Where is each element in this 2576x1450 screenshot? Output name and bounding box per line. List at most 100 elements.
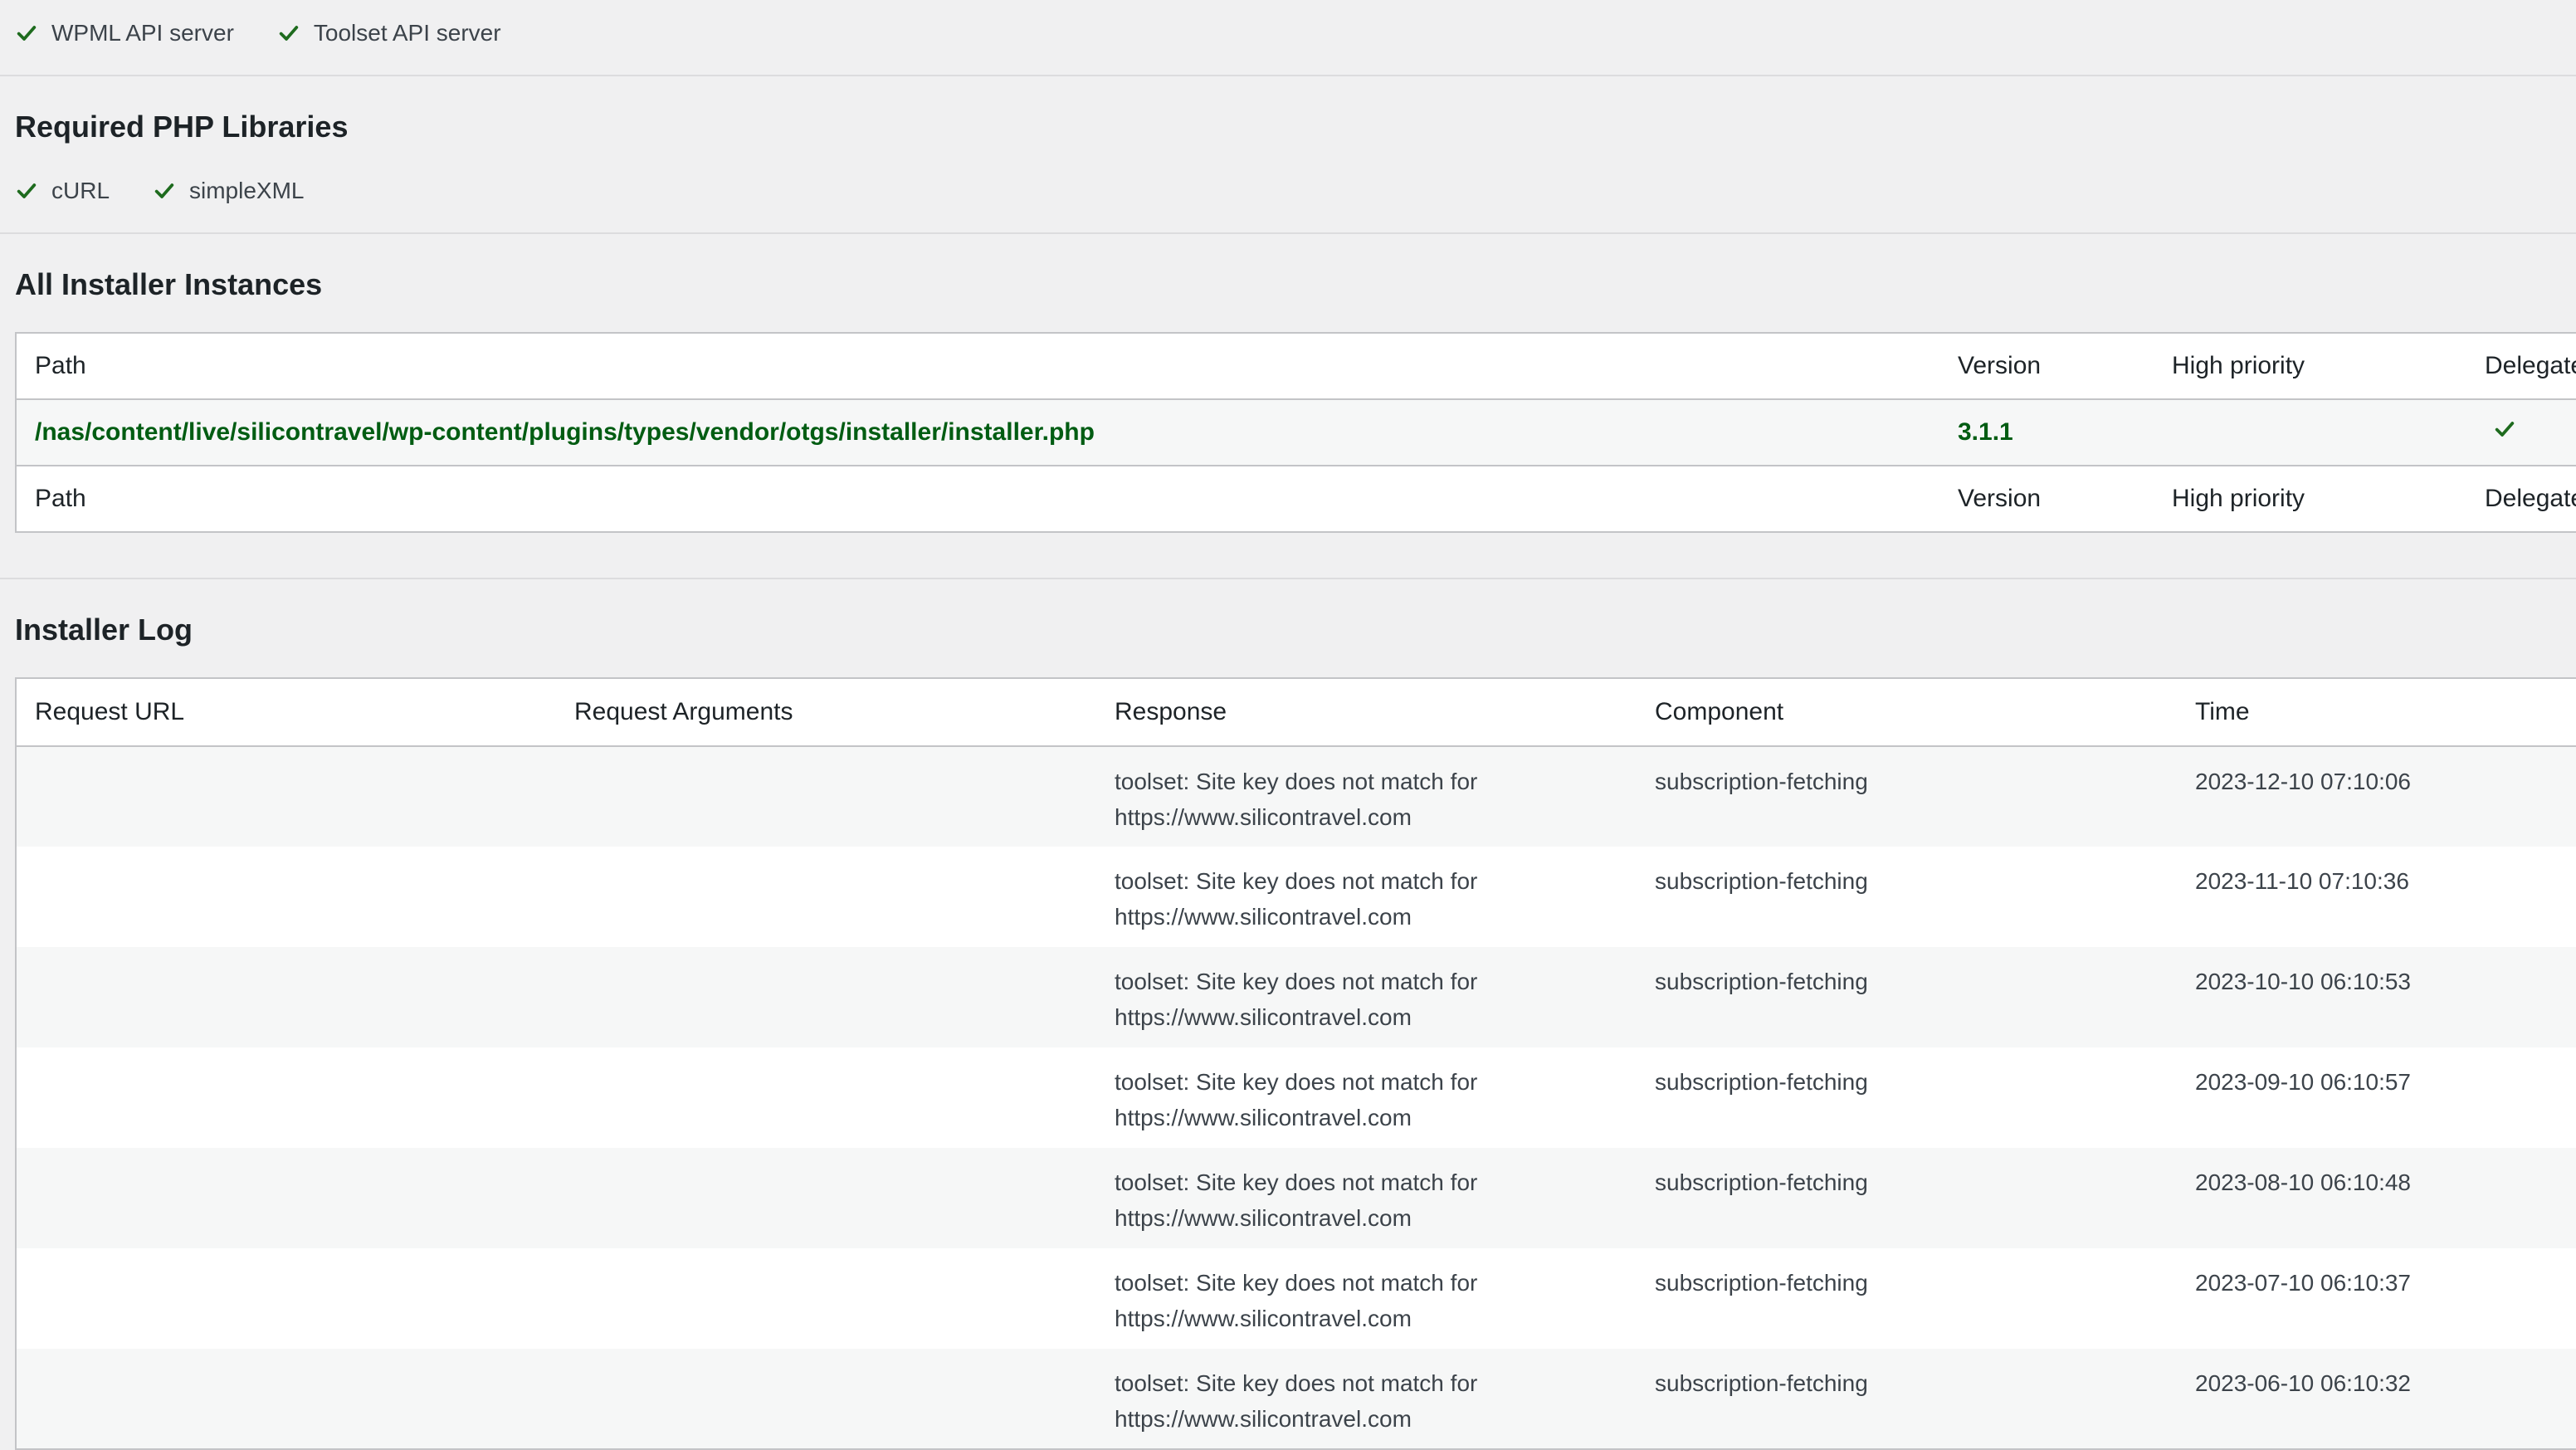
response-url: https://www.silicontravel.com: [1115, 804, 1412, 830]
log-component: subscription-fetching: [1637, 746, 2177, 847]
response-url: https://www.silicontravel.com: [1115, 1205, 1412, 1231]
log-time: 2023-07-10 06:10:37: [2195, 1270, 2411, 1296]
section-title-installer-instances: All Installer Instances: [15, 267, 323, 301]
column-header-time: Time: [2195, 698, 2250, 725]
response-line: toolset: Site key does not match for: [1115, 1370, 1478, 1396]
table-row: toolset: Site key does not match for http…: [16, 1349, 2576, 1449]
log-response: toolset: Site key does not match for http…: [1096, 1148, 1637, 1248]
log-request-url: [16, 1148, 556, 1248]
log-response: toolset: Site key does not match for http…: [1096, 947, 1637, 1047]
table-row: toolset: Site key does not match for http…: [16, 1248, 2576, 1349]
table-header-row: Path Version High priority Delegated: [16, 333, 2576, 399]
response-line: toolset: Site key does not match for: [1115, 1270, 1478, 1296]
log-response: toolset: Site key does not match for http…: [1096, 847, 1637, 947]
server-label: Toolset API server: [313, 20, 501, 46]
log-request-url: [16, 1248, 556, 1349]
log-response: toolset: Site key does not match for http…: [1096, 1349, 1637, 1449]
log-component: subscription-fetching: [1637, 947, 2177, 1047]
log-component: subscription-fetching: [1637, 1148, 2177, 1248]
column-footer-high-priority: High priority: [2172, 485, 2305, 512]
checkmark-icon: [2493, 417, 2516, 441]
checkmark-icon: [15, 22, 38, 45]
library-label: cURL: [51, 178, 110, 203]
server-item-toolset: Toolset API server: [277, 20, 501, 46]
instance-path: /nas/content/live/silicontravel/wp-conte…: [16, 399, 1939, 466]
installer-log-table: Request URL Request Arguments Response C…: [15, 677, 2576, 1450]
table-row: toolset: Site key does not match for http…: [16, 1148, 2576, 1248]
log-time: 2023-12-10 07:10:06: [2177, 746, 2576, 847]
column-footer-delegated: Delegated: [2485, 485, 2576, 512]
log-time: 2023-11-10 07:10:36: [2195, 868, 2409, 894]
log-time: 2023-06-10 06:10:32: [2177, 1349, 2576, 1449]
checkmark-icon: [153, 179, 176, 203]
table-row: toolset: Site key does not match for http…: [16, 847, 2576, 947]
column-header-version: Version: [1958, 352, 2042, 379]
response-url: https://www.silicontravel.com: [1115, 904, 1412, 930]
column-header-path: Path: [35, 352, 86, 379]
response-line: toolset: Site key does not match for: [1115, 868, 1478, 894]
log-request-args: [556, 746, 1096, 847]
log-response: toolset: Site key does not match for http…: [1096, 746, 1637, 847]
server-item-wpml: WPML API server: [15, 20, 234, 46]
instance-delegated: [2466, 399, 2576, 466]
log-request-args: [556, 947, 1096, 1047]
table-row: toolset: Site key does not match for http…: [16, 947, 2576, 1047]
response-line: toolset: Site key does not match for: [1115, 1169, 1478, 1195]
log-request-url: [16, 1349, 556, 1449]
response-line: toolset: Site key does not match for: [1115, 1069, 1478, 1095]
log-time: 2023-09-10 06:10:57: [2195, 1069, 2411, 1095]
log-request-url: [16, 746, 556, 847]
column-footer-version: Version: [1958, 485, 2042, 512]
column-header-request-arguments: Request Arguments: [574, 698, 793, 725]
library-item-curl: cURL: [15, 178, 110, 204]
section-title-php-libraries: Required PHP Libraries: [15, 110, 349, 144]
log-request-args: [556, 1349, 1096, 1449]
divider: [0, 578, 2576, 579]
table-header-row: Request URL Request Arguments Response C…: [16, 678, 2576, 746]
table-footer-row: Path Version High priority Delegated: [16, 466, 2576, 532]
installer-instances-table: Path Version High priority Delegated /na…: [15, 332, 2576, 533]
divider: [0, 232, 2576, 234]
log-component: subscription-fetching: [1655, 868, 1868, 894]
table-row: toolset: Site key does not match for http…: [16, 1047, 2576, 1148]
log-request-url: [16, 847, 556, 947]
library-label: simpleXML: [189, 178, 305, 203]
log-response: toolset: Site key does not match for http…: [1096, 1248, 1637, 1349]
log-component: subscription-fetching: [1637, 1349, 2177, 1449]
column-header-delegated: Delegated: [2485, 352, 2576, 379]
log-request-args: [556, 1047, 1096, 1148]
table-row: /nas/content/live/silicontravel/wp-conte…: [16, 399, 2576, 466]
log-request-args: [556, 1148, 1096, 1248]
instance-version: 3.1.1: [1939, 399, 2154, 466]
response-url: https://www.silicontravel.com: [1115, 1406, 1412, 1432]
log-component: subscription-fetching: [1655, 1270, 1868, 1296]
response-url: https://www.silicontravel.com: [1115, 1105, 1412, 1130]
response-url: https://www.silicontravel.com: [1115, 1306, 1412, 1331]
response-line: toolset: Site key does not match for: [1115, 769, 1478, 794]
log-request-args: [556, 847, 1096, 947]
log-time: 2023-08-10 06:10:48: [2177, 1148, 2576, 1248]
checkmark-icon: [277, 22, 300, 45]
column-header-response: Response: [1115, 698, 1227, 725]
log-request-url: [16, 1047, 556, 1148]
log-response: toolset: Site key does not match for http…: [1096, 1047, 1637, 1148]
api-servers-list: WPML API server Toolset API server: [15, 15, 544, 51]
response-line: toolset: Site key does not match for: [1115, 969, 1478, 994]
log-component: subscription-fetching: [1655, 1069, 1868, 1095]
divider: [0, 75, 2576, 76]
library-item-simplexml: simpleXML: [153, 178, 305, 204]
response-url: https://www.silicontravel.com: [1115, 1004, 1412, 1030]
section-title-installer-log: Installer Log: [15, 613, 193, 647]
table-row: toolset: Site key does not match for http…: [16, 746, 2576, 847]
log-time: 2023-10-10 06:10:53: [2177, 947, 2576, 1047]
column-header-component: Component: [1655, 698, 1784, 725]
column-footer-path: Path: [35, 485, 86, 512]
server-label: WPML API server: [51, 20, 234, 46]
log-request-args: [556, 1248, 1096, 1349]
column-header-high-priority: High priority: [2172, 352, 2305, 379]
log-request-url: [16, 947, 556, 1047]
instance-high-priority: [2154, 399, 2466, 466]
php-libraries-list: cURL simpleXML: [15, 173, 348, 209]
checkmark-icon: [15, 179, 38, 203]
column-header-request-url: Request URL: [35, 698, 185, 725]
